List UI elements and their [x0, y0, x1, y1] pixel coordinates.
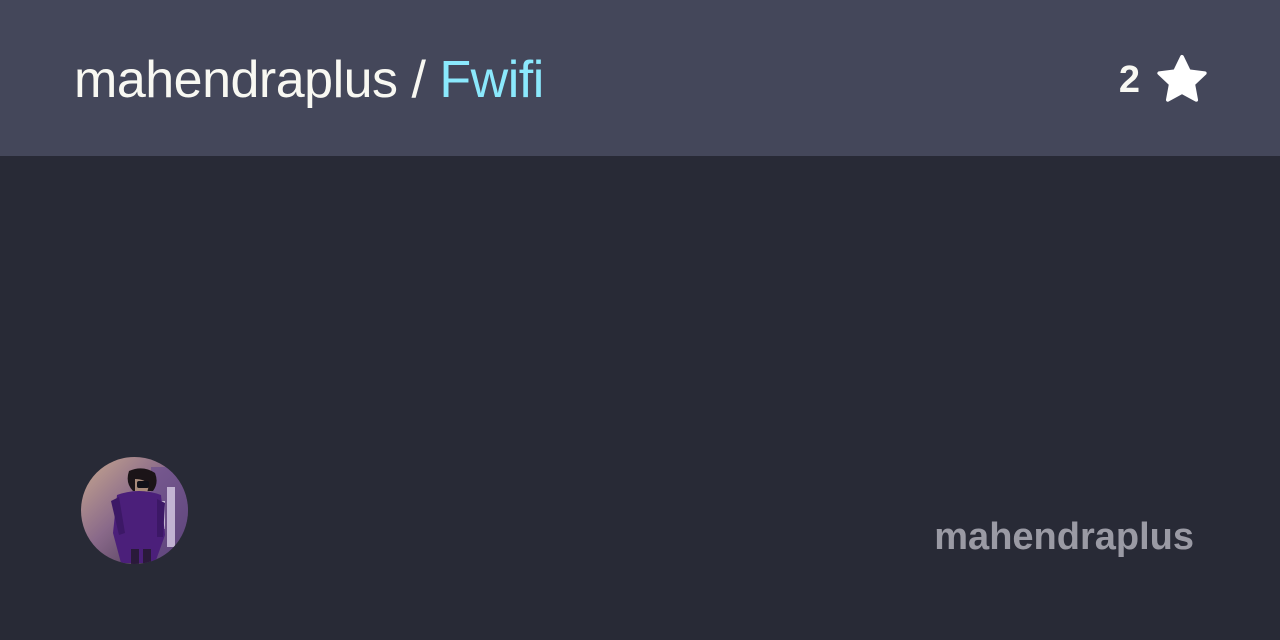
repo-name[interactable]: Fwifi [439, 51, 544, 109]
avatar-photo [81, 457, 188, 564]
repo-title: mahendraplus / Fwifi [74, 44, 544, 116]
avatar[interactable] [81, 457, 188, 564]
repo-card: mahendraplus / Fwifi 2 mahendraplus [0, 0, 1280, 640]
star-icon [1157, 54, 1207, 102]
repo-owner[interactable]: mahendraplus [74, 51, 398, 109]
card-header: mahendraplus / Fwifi 2 [0, 0, 1280, 156]
star-count: 2 [1118, 58, 1140, 101]
star-counter[interactable]: 2 [1119, 52, 1210, 108]
title-separator: / [397, 51, 440, 109]
username[interactable]: mahendraplus [934, 516, 1194, 559]
